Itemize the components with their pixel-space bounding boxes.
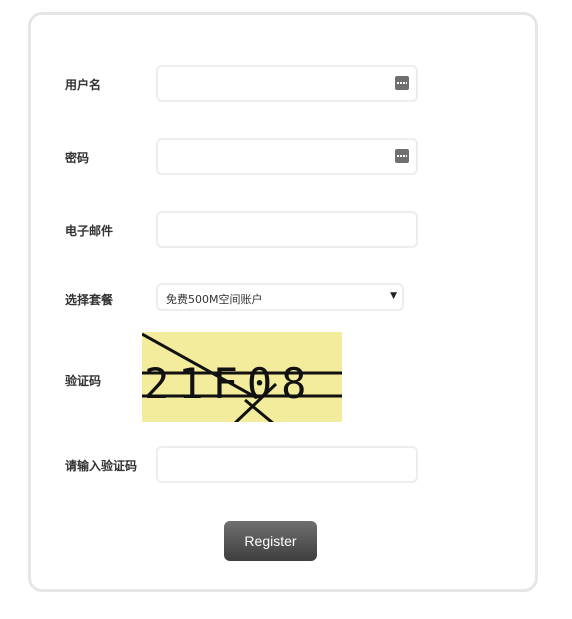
- username-label: 用户名: [65, 78, 102, 92]
- captcha-graphic: 21F08: [141, 332, 342, 426]
- captcha-image[interactable]: 21F08: [141, 332, 342, 426]
- plan-selected-value: 免费500M空间账户: [166, 293, 263, 306]
- keyboard-icon[interactable]: [395, 149, 409, 163]
- password-input[interactable]: [156, 138, 418, 175]
- captcha-input[interactable]: [156, 446, 418, 483]
- email-input[interactable]: [156, 211, 418, 248]
- captcha-input-label: 请输入验证码: [65, 459, 138, 473]
- captcha-text: 21F08: [144, 359, 315, 408]
- captcha-label: 验证码: [65, 374, 102, 388]
- plan-label: 选择套餐: [65, 293, 114, 307]
- keyboard-icon[interactable]: [395, 76, 409, 90]
- email-label: 电子邮件: [65, 224, 114, 238]
- register-form-card: 用户名 密码 电子邮件 选择套餐 免费500M空间账户 ▼ 验证码 21F08 …: [28, 12, 538, 592]
- register-button[interactable]: Register: [224, 521, 317, 561]
- dropdown-arrow-icon: ▼: [390, 291, 397, 301]
- password-label: 密码: [65, 151, 90, 165]
- plan-select[interactable]: 免费500M空间账户 ▼: [156, 283, 404, 311]
- username-input[interactable]: [156, 65, 418, 102]
